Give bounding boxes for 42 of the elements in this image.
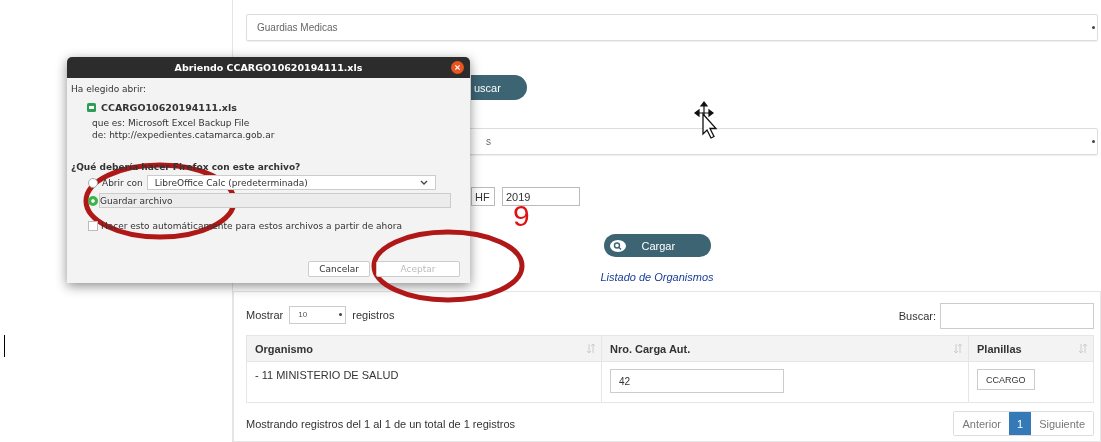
sort-icon [587, 344, 595, 353]
cancel-button[interactable]: Cancelar [308, 261, 370, 277]
list-title: Listado de Organismos [600, 271, 714, 283]
radio-button[interactable] [88, 177, 98, 188]
page-button[interactable]: 1 [1009, 412, 1032, 435]
dropdown-icon [339, 313, 343, 316]
column-header[interactable]: Nro. Carga Aut. [601, 335, 969, 362]
planilla-button[interactable]: CCARGO [977, 369, 1035, 390]
select-value: Guardias Medicas [257, 22, 338, 33]
month-field[interactable]: HF [471, 187, 495, 206]
search-button[interactable]: uscar [471, 75, 527, 100]
select-value: s [486, 136, 491, 147]
text-cursor [4, 335, 5, 357]
save-file-option[interactable]: Guardar archivo [99, 193, 451, 208]
page-size-select[interactable]: 10 [289, 305, 347, 324]
records-label: registros [352, 308, 395, 321]
file-type: que es: Microsoft Excel Backup File [92, 118, 251, 128]
column-header[interactable]: Planillas [968, 335, 1094, 362]
dropdown-icon [1092, 26, 1095, 29]
number-field[interactable]: 42 [610, 369, 784, 393]
guardias-select[interactable]: Guardias Medicas [246, 14, 1098, 41]
show-label: Mostrar [246, 308, 284, 321]
checkbox[interactable] [88, 221, 98, 231]
chevron-down-icon [419, 180, 428, 185]
search-field[interactable] [940, 303, 1094, 329]
table-cell: - 11 MINISTERIO DE SALUD [246, 361, 602, 403]
close-icon[interactable] [451, 61, 464, 74]
year-field[interactable]: 2019 [502, 187, 580, 206]
sort-icon [954, 344, 962, 353]
dropdown-icon [1092, 140, 1095, 143]
search-icon [609, 239, 626, 252]
open-with-label: Abrir con [102, 177, 143, 188]
intro-text: Ha elegido abrir: [71, 84, 147, 94]
spreadsheet-icon [87, 103, 96, 112]
records-info: Mostrando registros del 1 al 1 de un total de 1 registros [246, 417, 516, 430]
sort-icon [1079, 344, 1087, 353]
search-label: Buscar: [898, 310, 936, 322]
dialog-title: Abriendo CCARGO10620194111.xls [174, 62, 363, 73]
application-dropdown[interactable]: LibreOffice Calc (predeterminada) [146, 175, 436, 190]
load-button[interactable]: Cargar [603, 234, 711, 257]
file-name: CCARGO10620194111.xls [101, 102, 237, 113]
column-header[interactable]: Organismo [246, 335, 602, 362]
